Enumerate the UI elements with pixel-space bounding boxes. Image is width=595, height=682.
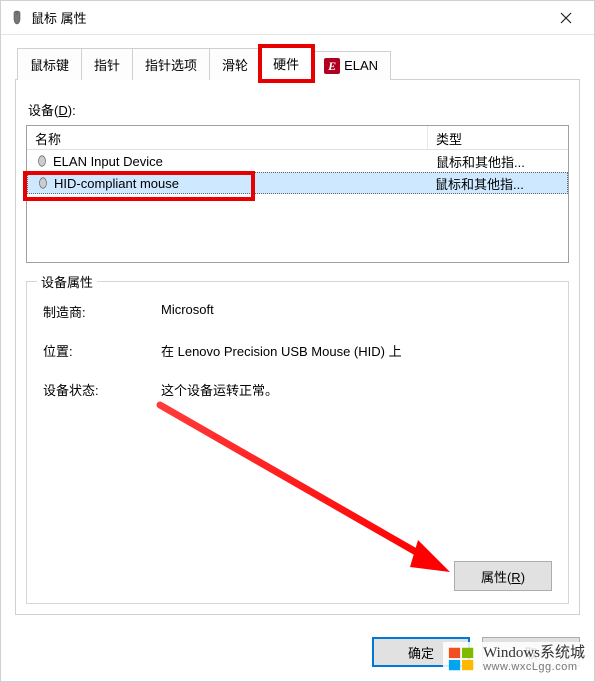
tab-buttons[interactable]: 鼠标键: [17, 48, 82, 80]
location-label: 位置:: [43, 341, 161, 360]
devices-label: 设备(D):: [28, 100, 569, 119]
tab-hardware[interactable]: 硬件: [261, 47, 312, 80]
tab-body-hardware: 设备(D): 名称 类型 ELAN Input Device 鼠标和其他指...: [15, 79, 580, 615]
tab-elan[interactable]: EELAN: [312, 51, 391, 80]
close-button[interactable]: [546, 4, 586, 32]
groupbox-title: 设备属性: [37, 272, 97, 291]
table-row[interactable]: ELAN Input Device 鼠标和其他指...: [27, 150, 568, 172]
mouse-icon: [36, 176, 50, 190]
column-name[interactable]: 名称: [27, 126, 428, 149]
list-header: 名称 类型: [27, 126, 568, 150]
tab-wheel[interactable]: 滑轮: [210, 48, 261, 80]
location-value: 在 Lenovo Precision USB Mouse (HID) 上: [161, 341, 552, 360]
titlebar: 鼠标 属性: [1, 1, 594, 35]
watermark: Windows系统城 www.wxcLgg.com: [443, 642, 589, 676]
device-type: 鼠标和其他指...: [427, 171, 567, 196]
table-row[interactable]: HID-compliant mouse 鼠标和其他指...: [27, 172, 568, 194]
status-label: 设备状态:: [43, 380, 161, 399]
mouse-properties-window: 鼠标 属性 鼠标键 指针 指针选项 滑轮 硬件 EELAN 设备(D): 名称 …: [0, 0, 595, 682]
mouse-icon: [9, 10, 25, 26]
device-name: ELAN Input Device: [53, 154, 163, 169]
device-properties-group: 设备属性 制造商: Microsoft 位置: 在 Lenovo Precisi…: [26, 281, 569, 604]
tab-pointer-options[interactable]: 指针选项: [133, 48, 210, 80]
watermark-url: www.wxcLgg.com: [483, 661, 585, 673]
properties-button[interactable]: 属性(R): [454, 561, 552, 591]
windows-logo-icon: [447, 644, 477, 674]
tab-pointers[interactable]: 指针: [82, 48, 133, 80]
content-area: 鼠标键 指针 指针选项 滑轮 硬件 EELAN 设备(D): 名称 类型: [1, 35, 594, 627]
tabstrip: 鼠标键 指针 指针选项 滑轮 硬件 EELAN: [15, 47, 580, 80]
watermark-brand: Windows系统城: [483, 645, 585, 662]
device-name: HID-compliant mouse: [54, 176, 179, 191]
mouse-icon: [35, 154, 49, 168]
status-value: 这个设备运转正常。: [161, 380, 552, 399]
device-list[interactable]: 名称 类型 ELAN Input Device 鼠标和其他指... HID-co…: [26, 125, 569, 263]
elan-icon: E: [324, 58, 340, 74]
manufacturer-value: Microsoft: [161, 302, 552, 321]
window-title: 鼠标 属性: [31, 8, 546, 27]
column-type[interactable]: 类型: [428, 126, 568, 149]
manufacturer-label: 制造商:: [43, 302, 161, 321]
